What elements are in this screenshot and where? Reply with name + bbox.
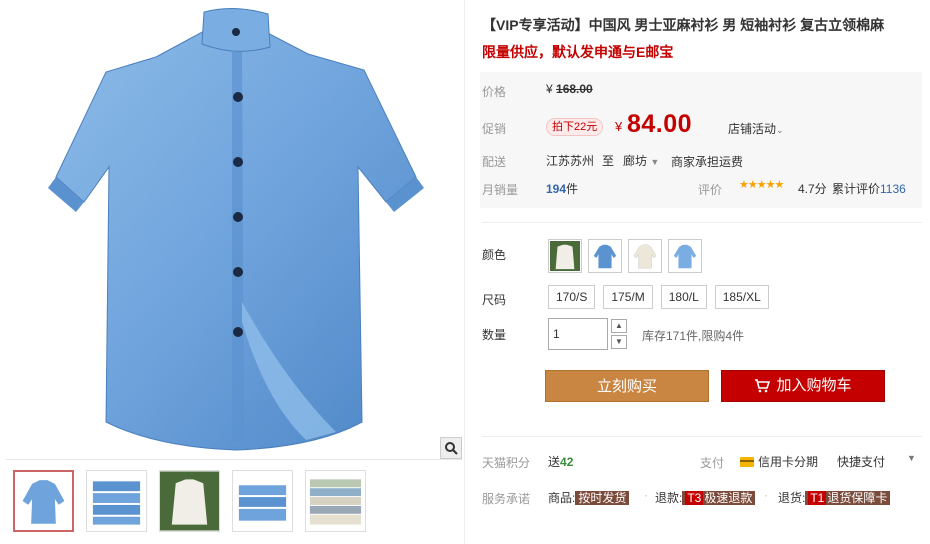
promo-badge: 拍下22元	[546, 118, 604, 136]
product-subtitle: 限量供应，默认发申通与E邮宝	[482, 44, 674, 60]
shirt-illustration	[48, 7, 424, 451]
promo-label: 促销	[482, 122, 507, 136]
color-swatch-blue[interactable]	[588, 239, 622, 273]
shipping-fee: 商家承担运费	[671, 155, 744, 169]
thumbnail-1[interactable]	[13, 470, 74, 532]
rating-stars-icon: ★★★★★	[739, 179, 784, 191]
original-price-value: 168.00	[556, 82, 593, 96]
thumbnail-2[interactable]	[86, 470, 147, 532]
review-count-link[interactable]: 累计评价1136	[832, 180, 906, 197]
promo-currency: ¥	[615, 119, 623, 134]
caret-down-icon[interactable]: ▼	[907, 453, 916, 463]
return-tag-text: 退货保障卡	[827, 491, 888, 505]
currency-symbol: ¥	[546, 82, 553, 96]
quantity-decrease-icon[interactable]: ▼	[611, 335, 627, 349]
color-options	[548, 239, 702, 273]
size-options: 170/S 175/M 180/L 185/XL	[548, 285, 769, 309]
chevron-down-icon: ⌄	[776, 125, 784, 135]
section-divider	[482, 222, 922, 223]
shop-activity-label: 店铺活动	[728, 122, 777, 136]
color-swatch-white[interactable]	[628, 239, 662, 273]
product-info: 【VIP专享活动】中国风 男士亚麻衬衫 男 短袖衬衫 复古立领棉麻 限量供应，默…	[480, 0, 922, 544]
credit-installment-link[interactable]: 信用卡分期	[740, 453, 818, 470]
shipping-label: 配送	[482, 155, 507, 169]
rating-label: 评价	[698, 183, 723, 197]
promo-price: 84.00	[627, 110, 693, 138]
color-swatch-beige-photo[interactable]	[548, 239, 582, 273]
service-label: 服务承诺	[482, 492, 531, 506]
size-label: 尺码	[482, 293, 507, 307]
gallery-divider	[464, 0, 465, 544]
section-divider-2	[482, 436, 922, 437]
thumbnail-4[interactable]	[232, 470, 293, 532]
return-tier: T1	[808, 491, 827, 505]
magnifier-icon[interactable]	[440, 437, 462, 459]
ship-destination-select[interactable]: 廊坊 ▼	[623, 152, 659, 169]
refund-tier: T3	[685, 491, 704, 505]
points-number: 42	[560, 455, 574, 469]
stock-info: 库存171件,限购4件	[642, 329, 745, 343]
separator-dot: ·	[644, 488, 648, 502]
original-price: ¥ 168.00	[546, 82, 593, 96]
quick-pay-link[interactable]: 快捷支付	[837, 453, 885, 470]
payment-label: 支付	[700, 456, 725, 470]
service-refund-tag: T3 极速退款	[682, 491, 756, 505]
sales-label: 月销量	[482, 183, 519, 197]
color-label: 颜色	[482, 248, 507, 262]
add-to-cart-button[interactable]: 加入购物车	[721, 370, 885, 402]
add-to-cart-label: 加入购物车	[776, 377, 852, 394]
credit-card-icon	[740, 456, 754, 467]
thumbnail-strip	[13, 470, 366, 532]
quantity-label: 数量	[482, 328, 507, 342]
size-option-l[interactable]: 180/L	[660, 285, 707, 309]
color-swatch-light-blue[interactable]	[668, 239, 702, 273]
quantity-increase-icon[interactable]: ▲	[611, 319, 627, 333]
ship-from: 江苏苏州	[546, 154, 595, 168]
price-label: 价格	[482, 85, 507, 99]
product-gallery	[0, 0, 464, 544]
service-return: 退货: T1 退货保障卡	[778, 489, 891, 506]
sales-unit: 件	[566, 182, 579, 196]
service-return-tag: T1 退货保障卡	[805, 491, 891, 505]
points-value: 送42	[548, 453, 573, 470]
size-option-m[interactable]: 175/M	[603, 285, 653, 309]
ship-to-word: 至	[602, 154, 615, 168]
points-label: 天猫积分	[482, 456, 531, 470]
shop-activity-dropdown[interactable]: 店铺活动⌄	[728, 120, 784, 137]
separator-dot: ·	[764, 488, 768, 502]
service-return-label: 退货:	[778, 491, 806, 505]
product-title: 【VIP专享活动】中国风 男士亚麻衬衫 男 短袖衬衫 复古立领棉麻	[482, 17, 885, 33]
ship-destination-label: 廊坊	[623, 154, 648, 168]
service-goods-tag: 按时发货	[575, 491, 630, 505]
quantity-input[interactable]	[548, 318, 608, 350]
points-prefix: 送	[548, 455, 561, 469]
size-option-s[interactable]: 170/S	[548, 285, 596, 309]
buy-now-button[interactable]: 立刻购买	[545, 370, 709, 402]
rating-score: 4.7分	[798, 182, 827, 196]
monthly-sales: 194件	[546, 180, 578, 197]
service-refund: 退款: T3 极速退款	[655, 489, 756, 506]
thumbnail-5[interactable]	[305, 470, 366, 532]
price-panel: 价格 ¥ 168.00 促销 拍下22元 ¥ 84.00 店铺活动⌄ 配送 江苏…	[480, 72, 922, 208]
service-goods: 商品: 按时发货	[548, 489, 630, 506]
main-product-image[interactable]	[6, 2, 462, 460]
service-refund-label: 退款:	[655, 491, 683, 505]
size-option-xl[interactable]: 185/XL	[714, 285, 769, 309]
review-label: 累计评价	[832, 182, 881, 196]
cart-icon	[755, 379, 771, 393]
service-goods-label: 商品:	[548, 491, 576, 505]
sales-count: 194	[546, 182, 567, 196]
credit-installment-label: 信用卡分期	[758, 455, 819, 469]
review-count: 1136	[880, 182, 906, 196]
refund-tag-text: 极速退款	[704, 491, 753, 505]
thumbnail-3[interactable]	[159, 470, 220, 532]
caret-down-icon: ▼	[650, 157, 660, 167]
